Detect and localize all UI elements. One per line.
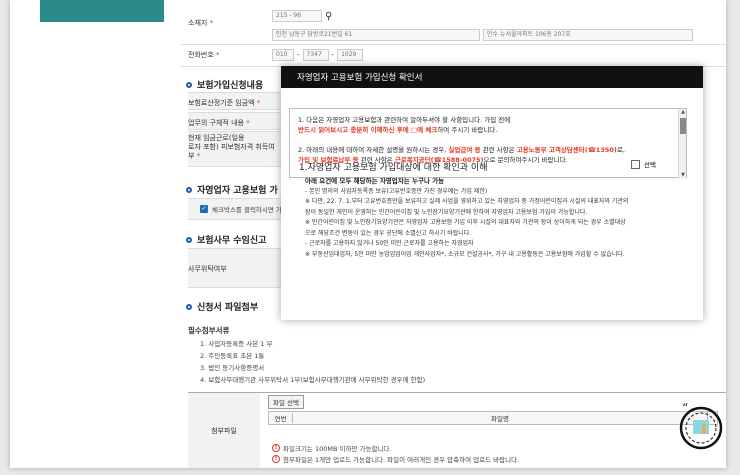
eligibility-text: 아래 요건에 모두 해당하는 자영업자는 누구나 가능 - 본인 명의의 사업자… — [305, 177, 629, 258]
commission-label: 사무위탁여부 — [188, 265, 227, 273]
business-label: 업무의 구체적 내용 * — [188, 119, 250, 127]
file-table-header: 연번 파일명 — [268, 411, 718, 425]
doc-item: 2. 주민등록표 초본 1통 — [200, 352, 265, 360]
address-row: 인천 남동구 담방로21번길 61 만수 뉴서울아파트 106동 207호 — [272, 25, 696, 45]
zip-input[interactable]: 215 - 96 — [272, 10, 322, 22]
modal-title: 자영업자 고용보험 가입신청 확인서 — [281, 66, 703, 88]
status-label: 현재 임금근로(일용 로자 포함) 피보험자격 취득여 부 * — [188, 134, 275, 160]
insurance-section-title: 보험가입신청내용 — [186, 78, 263, 91]
phone-2-input[interactable]: 7347 — [302, 49, 329, 61]
warning-icon: ! — [272, 444, 280, 452]
notice-scrollbar[interactable]: ▲ ▼ — [678, 109, 686, 179]
commission-section-title: 보험사무 수임신고 — [186, 233, 266, 246]
svg-text:“: “ — [682, 401, 688, 415]
eligibility-confirm[interactable]: 선택 — [631, 159, 656, 169]
search-icon[interactable]: ⚲ — [325, 11, 332, 22]
warning-icon: ! — [272, 455, 280, 463]
phone-1-input[interactable]: 010 — [272, 49, 294, 61]
eligibility-section-title: 1.자영업자 고용보험 가입대상에 대한 확인과 이해 — [299, 163, 488, 173]
scroll-up-icon[interactable]: ▲ — [679, 109, 687, 116]
eligibility-checkbox[interactable] — [631, 159, 640, 169]
attach-label: 첨부파일 — [188, 393, 260, 468]
required-docs-title: 필수첨부서류 — [188, 326, 230, 335]
scroll-thumb[interactable] — [680, 118, 686, 134]
file-count-warning: ! 첨부파일은 1개만 업로드 가능합니다. 파일이 여러개인 경우 압축하여 업… — [272, 454, 519, 464]
doc-item: 1. 사업자등록증 사본 1 부 — [200, 340, 273, 348]
file-size-warning: ! 파일크기는 100MB 이하만 가능합니다. — [272, 443, 391, 453]
doc-item: 3. 법인 등기사항증명서 — [200, 364, 265, 372]
attachment-section-title: 신청서 파일첨부 — [186, 300, 258, 313]
circle-logo: “ — [679, 401, 723, 450]
page-frame: 소재지 * 215 - 96 ⚲ 인천 남동구 담방로21번길 61 만수 뉴서… — [10, 0, 726, 468]
address-detail-input[interactable]: 만수 뉴서울아파트 106동 207호 — [483, 29, 693, 41]
doc-item: 4. 보험사무대행기관 사무위탁서 1부(보험사무대행기관에 사무위탁한 경우에… — [200, 376, 426, 384]
upload-table: 첨부파일 파일 선택 연번 파일명 ! 파일크기는 100MB 이하만 가능합니다… — [188, 392, 726, 468]
wage-label: 보험료산정기준 임금액 * — [188, 99, 261, 107]
phone-row: 010 - 7347 - 1029 — [272, 45, 366, 65]
check-icon[interactable]: ✓ — [200, 205, 208, 213]
scroll-down-icon[interactable]: ▼ — [679, 172, 687, 179]
phone-3-input[interactable]: 1029 — [337, 49, 364, 61]
zip-row: 215 - 96 ⚲ — [272, 6, 332, 26]
address-main-input[interactable]: 인천 남동구 담방로21번길 61 — [272, 29, 480, 41]
required-docs-list: 1. 사업자등록증 사본 1 부 2. 주민등록표 초본 1통 3. 법인 등기… — [200, 338, 425, 386]
address-label: 소재지 * — [188, 19, 214, 27]
self-employed-section-title: 자영업자 고용보험 가 — [186, 183, 278, 196]
file-select-button[interactable]: 파일 선택 — [268, 395, 304, 409]
col-filename: 파일명 — [491, 415, 509, 423]
phone-label: 전화번호 * — [188, 51, 220, 59]
consent-checkbox-row[interactable]: ✓ 체크박스를 클릭하시면 가 — [200, 199, 282, 219]
col-no: 연번 — [269, 413, 293, 423]
confirmation-modal: 자영업자 고용보험 가입신청 확인서 1. 다음은 자영업자 고용보험과 관련하… — [281, 66, 703, 320]
